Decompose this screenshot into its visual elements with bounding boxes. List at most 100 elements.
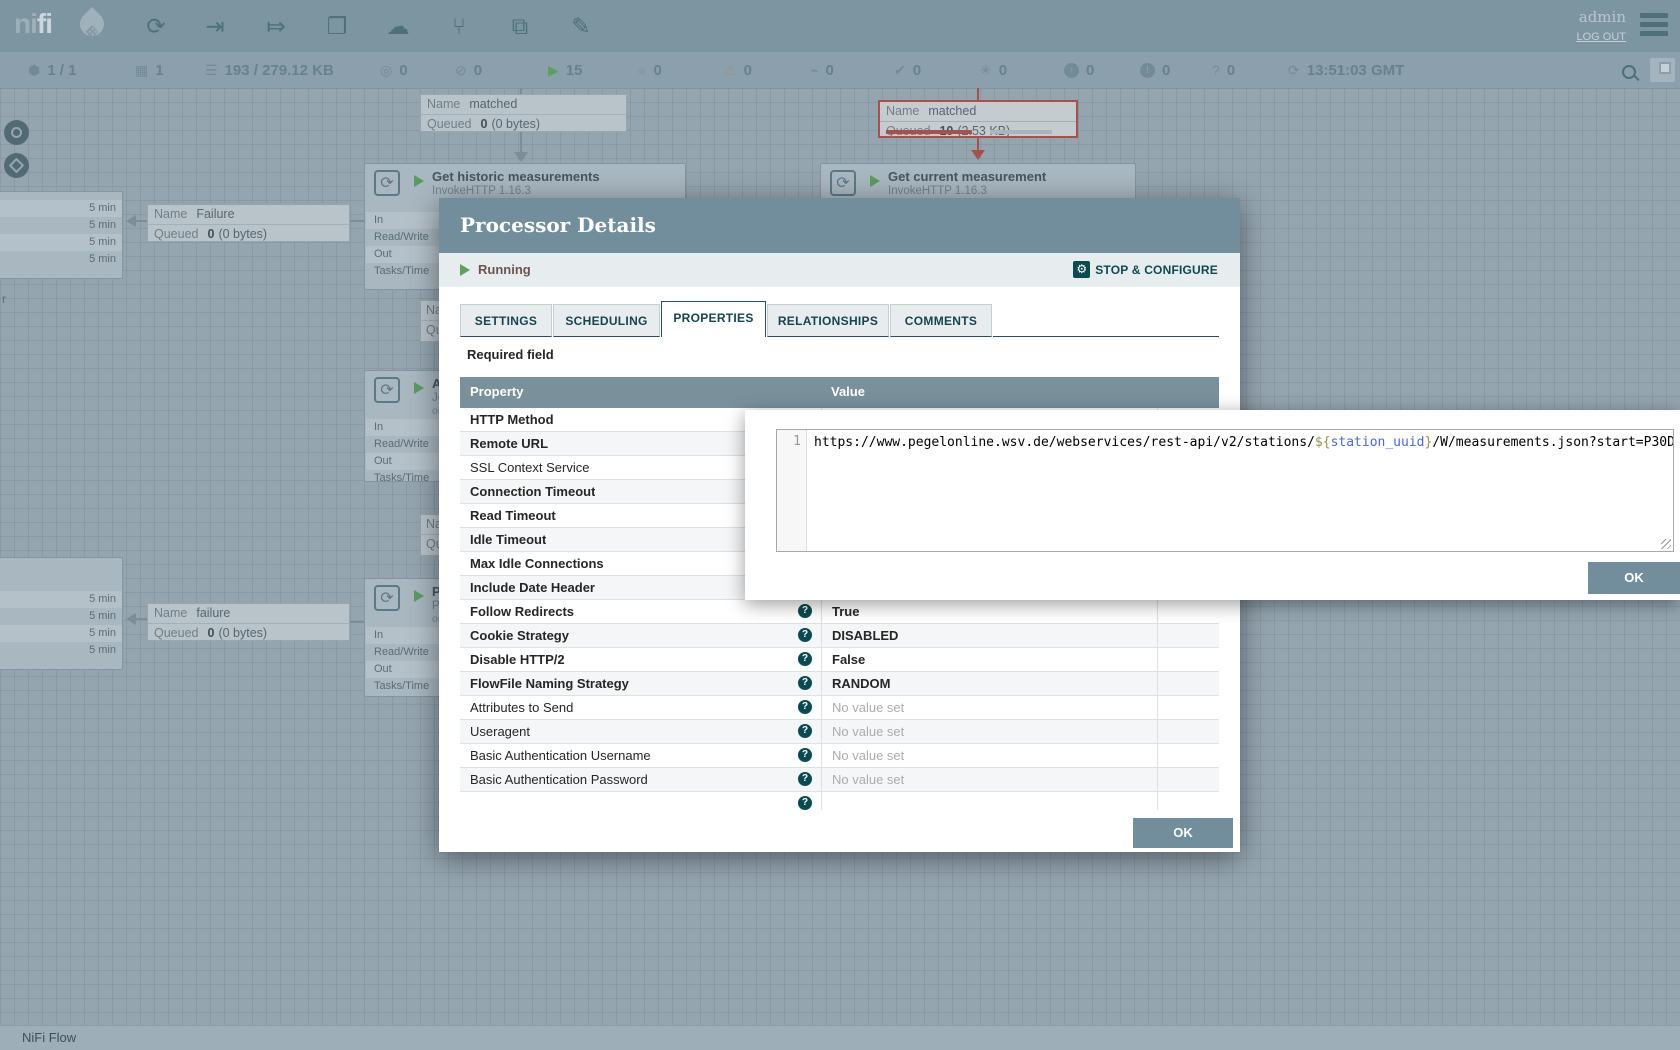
property-help-icon[interactable]: ? xyxy=(798,676,812,690)
processor-type-icon: ⟳ xyxy=(830,170,856,196)
property-row: Cookie Strategy? DISABLED xyxy=(460,624,1219,648)
property-help-icon[interactable]: ? xyxy=(798,628,812,642)
funnel-icon: ⑂ xyxy=(442,10,476,42)
input-port-icon: ⇥ xyxy=(198,10,232,42)
status-disabled: ⌁0 xyxy=(810,52,834,88)
connection-line xyxy=(136,220,147,222)
connection-label-cut-text: Qu xyxy=(421,534,440,554)
nifi-drop-logo-icon xyxy=(75,7,109,41)
stat-duration: 5 min xyxy=(0,217,122,234)
last-refreshed: ⟳ 13:51:03 GMT xyxy=(1288,52,1404,88)
stat-label: Out xyxy=(374,455,392,467)
stat-label: In xyxy=(374,214,383,226)
stat-label: Read/Write xyxy=(374,231,429,243)
property-name: Cookie Strategy xyxy=(470,624,569,647)
dialog-ok-button[interactable]: OK xyxy=(1133,818,1233,848)
property-value[interactable]: DISABLED xyxy=(821,624,1157,647)
processor-type-icon: ⟳ xyxy=(374,377,400,403)
property-value[interactable]: No value set xyxy=(821,720,1157,743)
stat-label: In xyxy=(374,421,383,433)
logo-text-ni: ni xyxy=(14,8,37,39)
row-filler-cell xyxy=(1157,672,1219,695)
nifi-logo: nifi xyxy=(14,8,52,40)
property-name: Connection Timeout xyxy=(470,480,595,503)
property-help-icon[interactable]: ? xyxy=(798,772,812,786)
property-help-icon[interactable]: ? xyxy=(798,748,812,762)
property-value[interactable]: No value set xyxy=(821,744,1157,767)
status-queued: ☰193 / 279.12 KB xyxy=(205,52,334,88)
connection-name-row: NameFailure xyxy=(148,205,349,224)
connection-queued-row: Queued0(0 bytes) xyxy=(148,623,349,643)
status-stopped: ■0 xyxy=(638,52,662,88)
search-icon xyxy=(1622,65,1636,79)
property-help-icon[interactable]: ? xyxy=(798,724,812,738)
connection-arrow-icon xyxy=(514,152,528,162)
resize-handle[interactable] xyxy=(1661,539,1671,549)
status-invalid: ⚠0 xyxy=(724,52,752,88)
property-help-icon[interactable]: ? xyxy=(798,796,812,810)
connection-label: NamematchedQueued10(2.53 KB) xyxy=(878,100,1078,138)
tab-comments[interactable]: COMMENTS xyxy=(890,304,992,337)
column-property: Property xyxy=(470,384,523,399)
process-group-icon: ❐ xyxy=(320,10,354,42)
processor-state-row: Running ⚙ STOP & CONFIGURE xyxy=(439,253,1240,287)
tab-settings[interactable]: SETTINGS xyxy=(460,304,552,337)
stat-label: In xyxy=(374,629,383,641)
stat-label: Read/Write xyxy=(374,438,429,450)
status-badge-icon xyxy=(4,120,29,145)
editor-ok-button[interactable]: OK xyxy=(1588,562,1680,594)
property-value[interactable]: True xyxy=(821,600,1157,623)
queued-size: (0 bytes) xyxy=(491,117,540,131)
row-filler-cell xyxy=(1157,768,1219,791)
queued-label: Queued xyxy=(427,117,471,131)
output-port-icon: ⤇ xyxy=(259,10,293,42)
stale-count: 0 xyxy=(1086,62,1094,79)
connection-line xyxy=(136,618,147,620)
stat-duration: 5 min xyxy=(0,200,122,217)
row-filler-cell xyxy=(1157,696,1219,719)
nifi-application: nifi ⟳⇥⤇❐☁⑂⧉✎ admin LOG OUT ⬢1 / 1▦1☰193… xyxy=(0,0,1680,1050)
value-editor-textarea[interactable]: 1 https://www.pegelonline.wsv.de/webserv… xyxy=(776,429,1674,552)
status-up-to-date: ✔0 xyxy=(894,52,921,88)
property-value[interactable]: No value set xyxy=(821,696,1157,719)
processor-type-icon: ⟳ xyxy=(374,585,400,611)
property-value[interactable]: RANDOM xyxy=(821,672,1157,695)
locally-modified-icon: ✳ xyxy=(980,62,992,79)
queued-count: 193 / 279.12 KB xyxy=(225,62,334,79)
row-filler-cell xyxy=(1157,600,1219,623)
property-help-icon[interactable]: ? xyxy=(798,652,812,666)
stat-duration-label: 5 min xyxy=(89,202,116,214)
stopped-icon: ■ xyxy=(638,62,646,78)
processor-type-icon: ⟳ xyxy=(374,170,400,196)
logo-text-fi: fi xyxy=(37,8,52,39)
tag-badge-icon xyxy=(4,153,29,178)
tab-properties[interactable]: PROPERTIES xyxy=(661,301,766,337)
stat-duration-label: 5 min xyxy=(89,610,116,622)
connection-arrow-icon xyxy=(126,613,136,625)
property-help-icon[interactable]: ? xyxy=(798,604,812,618)
required-field-label: Required field xyxy=(467,347,554,362)
property-row: FlowFile Naming Strategy?RANDOM xyxy=(460,672,1219,696)
tab-scheduling[interactable]: SCHEDULING xyxy=(553,304,660,337)
queued-count: 0 xyxy=(480,117,487,131)
property-value[interactable]: No value set xyxy=(821,768,1157,791)
status-total-process-groups: ▦1 xyxy=(135,52,164,88)
stop-configure-gear-icon: ⚙ xyxy=(1073,261,1090,278)
stat-duration: 5 min xyxy=(0,625,122,642)
stat-label: Tasks/Time xyxy=(374,680,429,692)
clipped-canvas-text: r xyxy=(2,292,6,306)
connection-name-row: Namematched xyxy=(421,95,626,114)
stop-and-configure-button[interactable]: ⚙ STOP & CONFIGURE xyxy=(1073,261,1218,278)
stopped-count: 0 xyxy=(653,62,661,79)
property-help-icon[interactable]: ? xyxy=(798,700,812,714)
tab-relationships[interactable]: RELATIONSHIPS xyxy=(767,304,889,337)
queued-label: Queued xyxy=(154,626,198,640)
invalid-icon: ⚠ xyxy=(724,62,737,79)
app-header: nifi ⟳⇥⤇❐☁⑂⧉✎ admin LOG OUT xyxy=(0,0,1680,52)
stat-duration: 5 min xyxy=(0,234,122,251)
property-value[interactable]: False xyxy=(821,648,1157,671)
stat-label: Out xyxy=(374,248,392,260)
property-name: Attributes to Send xyxy=(470,696,573,719)
dialog-title: Processor Details xyxy=(439,198,1240,253)
property-value[interactable] xyxy=(821,792,1157,810)
